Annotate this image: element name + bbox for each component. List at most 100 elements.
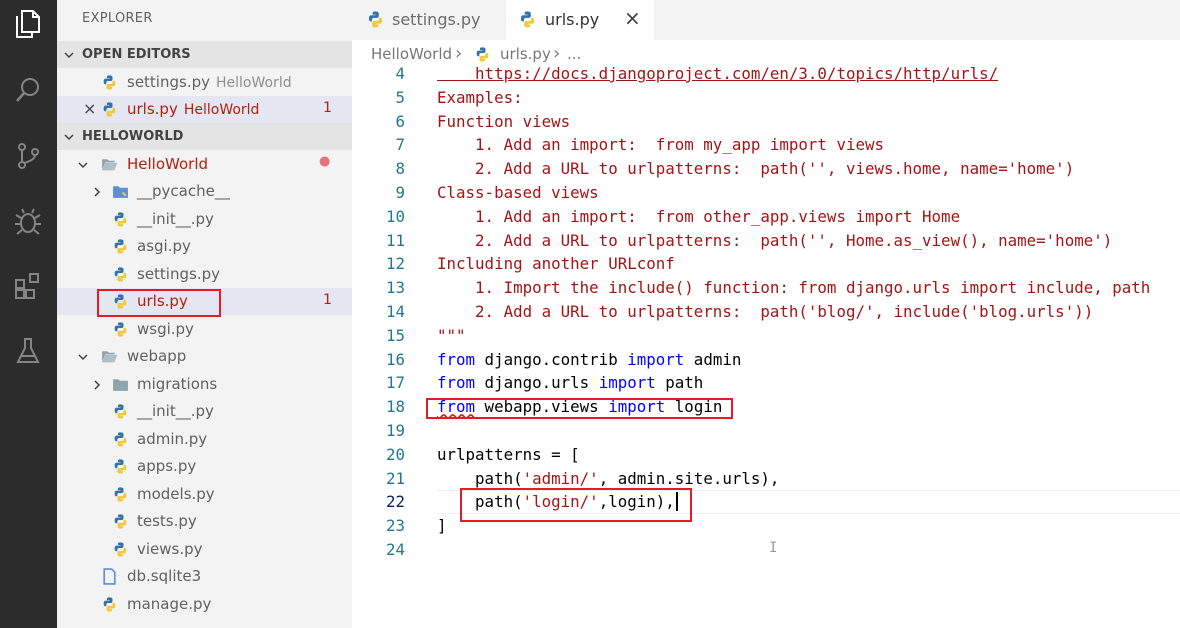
file-label: __init__.py	[137, 402, 214, 420]
keyword: from	[437, 349, 476, 369]
file-folder: HelloWorld	[215, 75, 292, 91]
python-file-icon	[366, 10, 385, 29]
file-label: settings.py	[137, 265, 220, 283]
line-number: 16	[385, 349, 405, 369]
file-item[interactable]: __init__.py	[57, 398, 352, 425]
code-text: Including another URLconf	[437, 254, 675, 274]
python-file-icon	[112, 403, 129, 420]
breadcrumb-folder[interactable]: HelloWorld	[371, 45, 452, 63]
code-line: 4 https://docs.djangoproject.com/en/3.0/…	[352, 62, 1180, 86]
close-icon[interactable]: ×	[624, 6, 641, 30]
folder-label: migrations	[137, 375, 218, 393]
python-file-icon	[112, 266, 129, 283]
file-item[interactable]: settings.py	[57, 261, 352, 288]
tab-urls[interactable]: urls.py ×	[506, 0, 654, 40]
database-file-icon	[101, 568, 118, 585]
editor-tab-bar: settings.py urls.py ×	[352, 0, 1180, 40]
file-label: manage.py	[127, 595, 212, 613]
python-file-icon	[112, 458, 129, 475]
folder-helloworld[interactable]: HelloWorld ●	[57, 151, 352, 178]
file-item[interactable]: tests.py	[57, 508, 352, 535]
section-title: HELLOWORLD	[82, 129, 184, 144]
explorer-sidebar: EXPLORER OPEN EDITORS settings.py HelloWo…	[57, 0, 352, 628]
file-folder: HelloWorld	[183, 102, 260, 118]
code-text: , admin.site.urls),	[598, 468, 780, 488]
file-item[interactable]: views.py	[57, 536, 352, 563]
file-item[interactable]: apps.py	[57, 453, 352, 480]
python-file-icon	[101, 596, 118, 613]
file-item[interactable]: manage.py	[57, 591, 352, 618]
line-number: 14	[385, 302, 405, 321]
code-line: 19	[352, 419, 1180, 443]
file-item[interactable]: wsgi.py	[57, 316, 352, 343]
line-number: 7	[395, 135, 405, 155]
python-file-icon	[101, 74, 118, 91]
folder-label: __pycache__	[137, 182, 230, 200]
source-control-icon[interactable]	[12, 140, 44, 172]
folder-label: HelloWorld	[127, 155, 209, 173]
tab-settings[interactable]: settings.py	[352, 0, 502, 40]
code-text: Class-based views	[437, 183, 599, 202]
open-editor-item-active[interactable]: × urls.py HelloWorld 1	[57, 96, 352, 123]
file-name: settings.py	[127, 73, 210, 91]
open-editor-item[interactable]: settings.py HelloWorld	[57, 69, 352, 96]
file-item[interactable]: asgi.py	[57, 233, 352, 260]
breadcrumb-more[interactable]: ...	[567, 45, 581, 63]
code-line: 13 1. Import the include() function: fro…	[352, 276, 1180, 300]
code-line: 7 1. Add an import: from my_app import v…	[352, 133, 1180, 157]
line-number: 23	[385, 516, 405, 536]
file-name: urls.py	[127, 100, 178, 118]
line-number: 8	[395, 159, 405, 179]
file-item[interactable]: __init__.py	[57, 206, 352, 233]
string-literal: 'admin/'	[522, 468, 599, 488]
code-text: Function views	[437, 111, 571, 131]
folder-pycache[interactable]: __pycache__	[57, 178, 352, 205]
folder-open-icon	[101, 348, 118, 365]
code-text: 2. Add a URL to urlpatterns: path('', Ho…	[437, 230, 1113, 250]
search-icon[interactable]	[12, 74, 44, 106]
code-line: 8 2. Add a URL to urlpatterns: path('', …	[352, 157, 1180, 181]
testing-icon[interactable]	[12, 335, 44, 367]
folder-migrations[interactable]: migrations	[57, 371, 352, 398]
explorer-icon[interactable]	[12, 8, 44, 40]
file-item[interactable]: admin.py	[57, 426, 352, 453]
code-editor[interactable]: 4 https://docs.djangoproject.com/en/3.0/…	[352, 62, 1180, 628]
folder-webapp[interactable]: webapp	[57, 343, 352, 370]
breadcrumb-file[interactable]: urls.py	[500, 45, 551, 63]
python-file-icon	[101, 101, 118, 118]
code-text: 2. Add a URL to urlpatterns: path('', vi…	[437, 159, 1075, 179]
python-file-icon	[112, 541, 129, 558]
line-number: 10	[385, 206, 405, 226]
breadcrumb-separator: ›	[455, 43, 463, 64]
code-line: 16 from django.contrib import admin	[352, 348, 1180, 372]
line-number: 12	[385, 254, 405, 274]
file-item[interactable]: db.sqlite3	[57, 563, 352, 590]
python-file-icon	[112, 431, 129, 448]
code-line: 12 Including another URLconf	[352, 252, 1180, 276]
chevron-right-icon	[91, 178, 103, 205]
code-text: urlpatterns = [	[437, 444, 580, 464]
extensions-icon[interactable]	[12, 270, 44, 302]
python-file-icon	[112, 513, 129, 530]
activity-bar	[0, 0, 57, 628]
debug-icon[interactable]	[12, 205, 44, 237]
python-file-icon	[112, 238, 129, 255]
file-label: __init__.py	[137, 210, 214, 228]
line-number: 9	[395, 183, 405, 202]
code-line: 14 2. Add a URL to urlpatterns: path('bl…	[352, 300, 1180, 324]
close-icon[interactable]: ×	[83, 99, 96, 118]
code-line: 6 Function views	[352, 110, 1180, 134]
chevron-down-icon	[77, 343, 89, 370]
project-section[interactable]: HELLOWORLD	[57, 123, 352, 150]
python-file-icon	[518, 10, 537, 29]
file-item[interactable]: models.py	[57, 481, 352, 508]
open-editors-section[interactable]: OPEN EDITORS	[57, 41, 352, 68]
code-text: ]	[437, 516, 447, 536]
problem-count-badge: 1	[323, 292, 332, 308]
file-label: apps.py	[137, 457, 197, 475]
code-line: 9 Class-based views	[352, 181, 1180, 205]
line-number: 11	[385, 230, 405, 250]
code-text: 1. Add an import: from other_app.views i…	[437, 206, 961, 226]
file-label: db.sqlite3	[127, 567, 202, 585]
line-number: 21	[385, 468, 405, 488]
